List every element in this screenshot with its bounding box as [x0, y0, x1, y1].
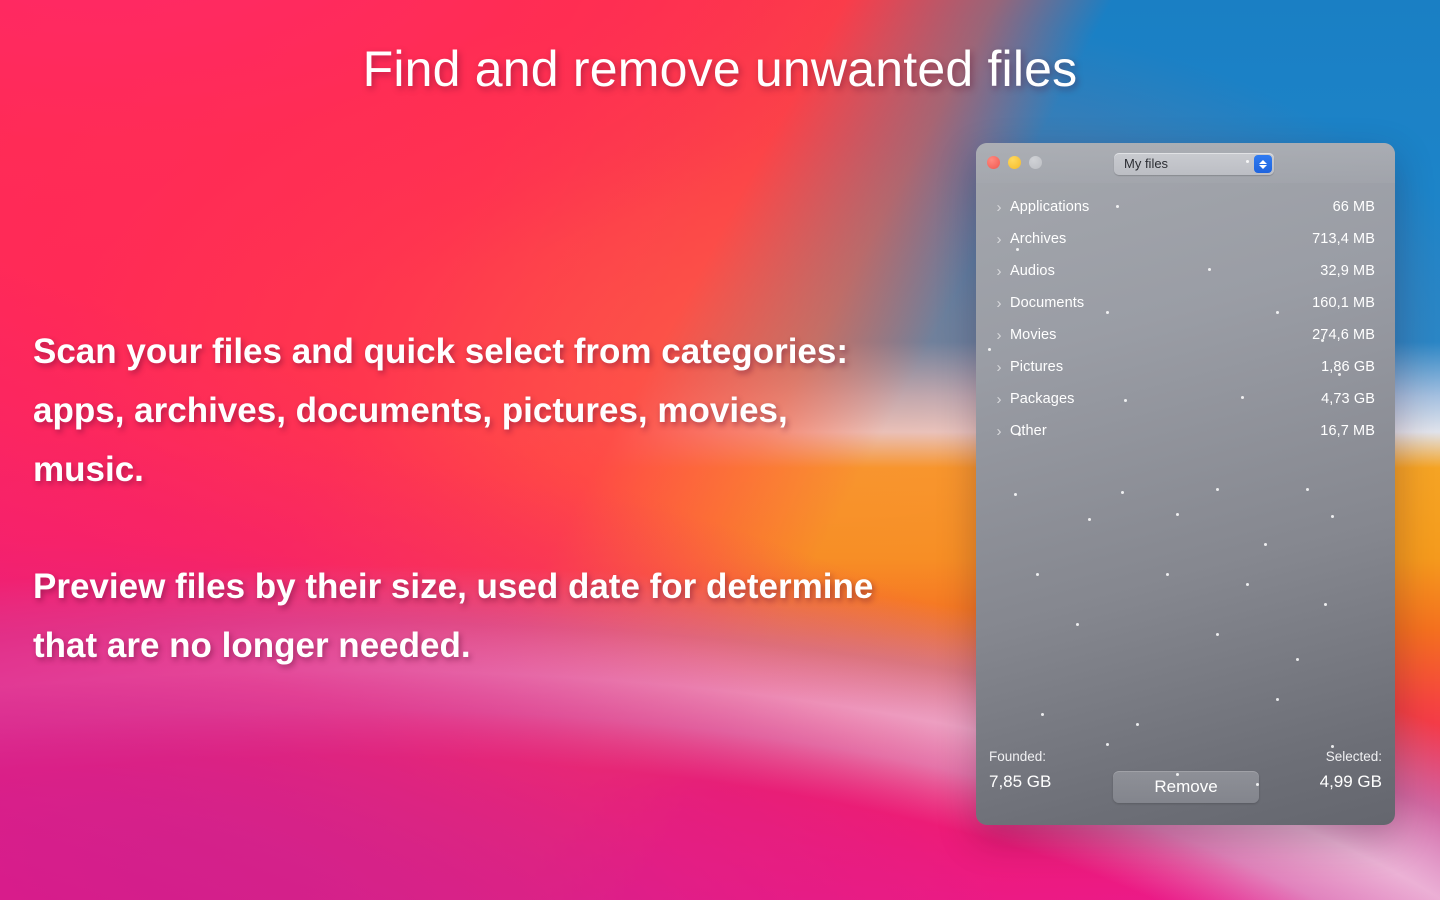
window-titlebar[interactable]: My files — [976, 143, 1395, 183]
chevron-down-glyph — [1259, 164, 1267, 169]
dust-speck — [1176, 513, 1179, 516]
dust-speck — [1324, 603, 1327, 606]
marketing-paragraph-1: Scan your files and quick select from ca… — [33, 332, 848, 489]
dust-speck — [1041, 713, 1044, 716]
disclosure-chevron-right-icon[interactable]: › — [988, 199, 1010, 216]
disclosure-chevron-right-icon[interactable]: › — [988, 327, 1010, 344]
scope-popup-label: My files — [1124, 156, 1169, 171]
file-category-size: 66 MB — [1332, 199, 1375, 215]
scope-popup-button[interactable]: My files — [1114, 153, 1274, 175]
dust-speck — [1216, 488, 1219, 491]
dust-speck — [1106, 743, 1109, 746]
file-category-row[interactable]: › Packages 4,73 GB — [988, 383, 1375, 415]
file-category-name: Movies — [1010, 327, 1057, 343]
dust-speck — [1121, 491, 1124, 494]
file-category-name: Applications — [1010, 199, 1090, 215]
dust-speck — [1306, 488, 1309, 491]
close-button-icon[interactable] — [987, 156, 1000, 169]
marketing-copy: Scan your files and quick select from ca… — [33, 322, 893, 675]
file-category-size: 160,1 MB — [1312, 295, 1375, 311]
disclosure-chevron-right-icon[interactable]: › — [988, 263, 1010, 280]
founded-value: 7,85 GB — [989, 772, 1052, 791]
file-category-list: › Applications 66 MB › Archives 713,4 MB › Audi… — [976, 191, 1395, 447]
file-category-name: Packages — [1010, 391, 1075, 407]
disclosure-chevron-right-icon[interactable]: › — [988, 359, 1010, 376]
file-category-size: 32,9 MB — [1320, 263, 1375, 279]
disclosure-chevron-right-icon[interactable]: › — [988, 391, 1010, 408]
file-category-name: Audios — [1010, 263, 1055, 279]
dust-speck — [1264, 543, 1267, 546]
dust-speck — [1088, 518, 1091, 521]
file-category-size: 4,73 GB — [1321, 391, 1375, 407]
chevron-up-down-icon[interactable] — [1254, 155, 1272, 173]
dust-speck — [1276, 698, 1279, 701]
file-category-name: Pictures — [1010, 359, 1064, 375]
dust-speck — [1246, 583, 1249, 586]
founded-label: Founded: — [989, 749, 1047, 764]
file-category-row[interactable]: › Other 16,7 MB — [988, 415, 1375, 447]
file-category-name: Archives — [1010, 231, 1067, 247]
dust-speck — [1136, 723, 1139, 726]
file-category-size: 713,4 MB — [1312, 231, 1375, 247]
file-category-row[interactable]: › Movies 274,6 MB — [988, 319, 1375, 351]
file-category-name: Documents — [1010, 295, 1085, 311]
file-category-size: 16,7 MB — [1320, 423, 1375, 439]
selected-block: Selected: 4,99 GB — [1320, 747, 1382, 795]
file-category-row[interactable]: › Documents 160,1 MB — [988, 287, 1375, 319]
dust-speck — [1296, 658, 1299, 661]
dust-speck — [1331, 515, 1334, 518]
minimize-button-icon[interactable] — [1008, 156, 1021, 169]
founded-block: Founded: 7,85 GB — [989, 747, 1051, 795]
file-category-size: 1,86 GB — [1321, 359, 1375, 375]
file-category-row[interactable]: › Pictures 1,86 GB — [988, 351, 1375, 383]
file-category-name: Other — [1010, 423, 1047, 439]
dust-speck — [1014, 493, 1017, 496]
file-category-size: 274,6 MB — [1312, 327, 1375, 343]
dust-speck — [1036, 573, 1039, 576]
file-category-row[interactable]: › Archives 713,4 MB — [988, 223, 1375, 255]
dust-speck — [1166, 573, 1169, 576]
disclosure-chevron-right-icon[interactable]: › — [988, 231, 1010, 248]
file-category-row[interactable]: › Applications 66 MB — [988, 191, 1375, 223]
app-window: My files › Applications 66 MB › Archives 713,… — [976, 143, 1395, 825]
page-title: Find and remove unwanted files — [362, 41, 1078, 97]
file-category-row[interactable]: › Audios 32,9 MB — [988, 255, 1375, 287]
disclosure-chevron-right-icon[interactable]: › — [988, 423, 1010, 440]
zoom-button-icon[interactable] — [1029, 156, 1042, 169]
marketing-paragraph-2: Preview files by their size, used date f… — [33, 567, 874, 665]
dust-speck — [1216, 633, 1219, 636]
disclosure-chevron-right-icon[interactable]: › — [988, 295, 1010, 312]
traffic-light-group — [987, 156, 1042, 169]
selected-value: 4,99 GB — [1319, 772, 1382, 791]
window-footer: Founded: 7,85 GB Remove Selected: 4,99 G… — [976, 747, 1395, 807]
chevron-up-glyph — [1259, 159, 1267, 164]
remove-button[interactable]: Remove — [1113, 771, 1259, 803]
selected-label: Selected: — [1325, 749, 1382, 764]
dust-speck — [1076, 623, 1079, 626]
